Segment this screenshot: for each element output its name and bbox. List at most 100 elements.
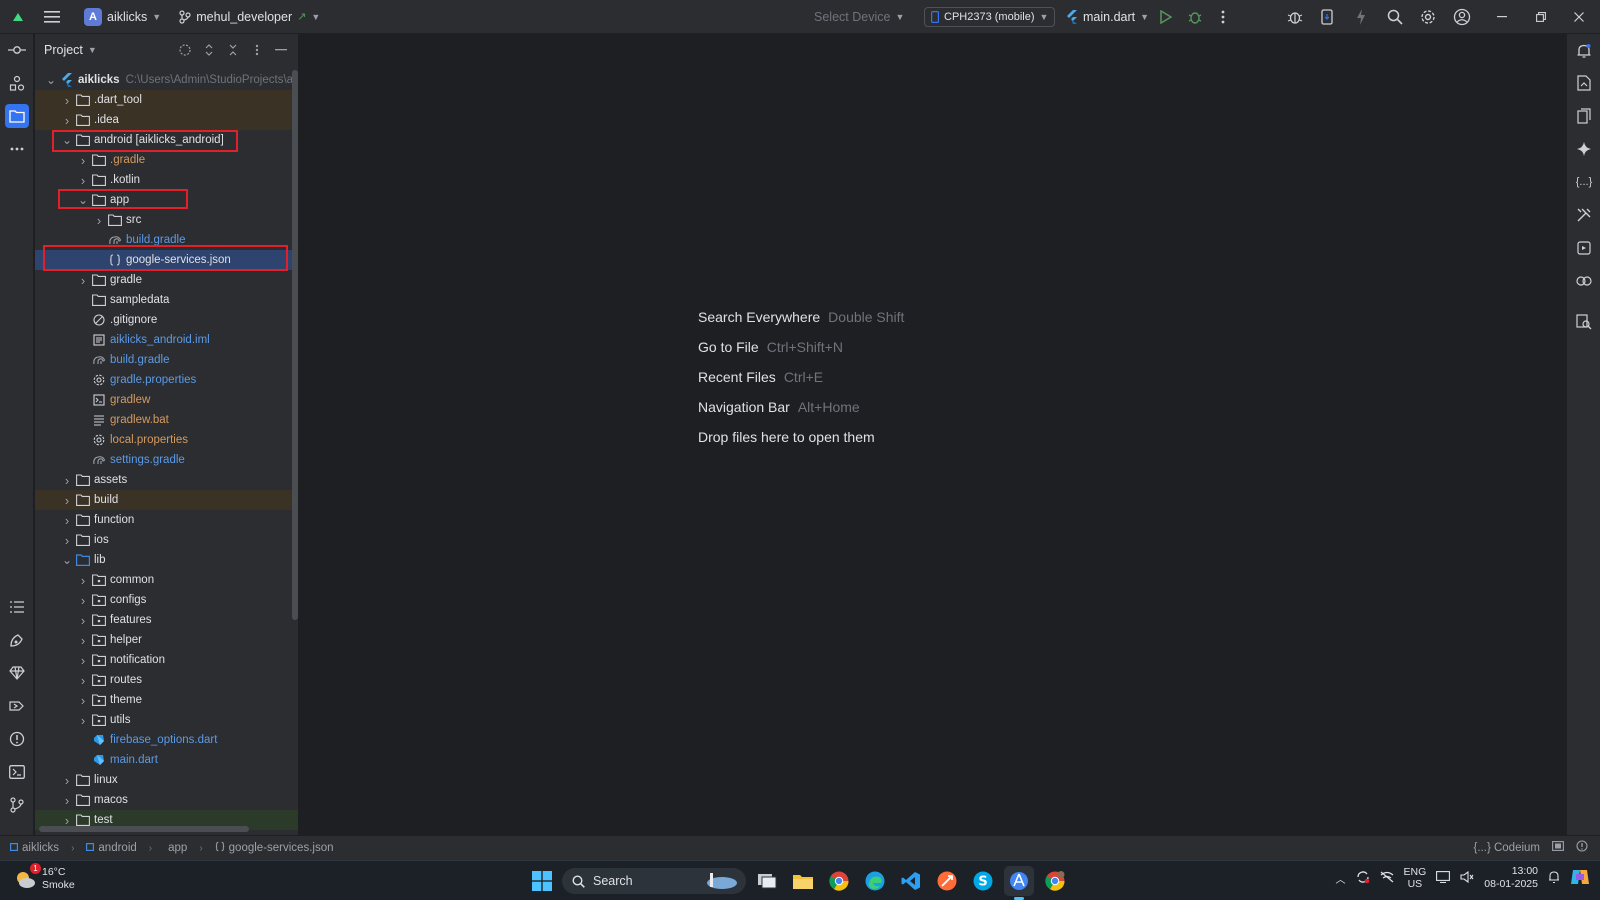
account-icon[interactable]: [1448, 3, 1476, 31]
chevron-right-icon[interactable]: ›: [91, 213, 107, 228]
editor-area[interactable]: Search Everywhere Double Shift Go to File C…: [300, 34, 1565, 835]
tree-row[interactable]: › .idea: [35, 110, 298, 130]
task-view-icon[interactable]: [752, 866, 782, 896]
tree-row[interactable]: gradlew: [35, 390, 298, 410]
chevron-right-icon[interactable]: ›: [75, 573, 91, 588]
chevron-right-icon[interactable]: ›: [59, 793, 75, 808]
minimize-window-icon[interactable]: [1488, 3, 1516, 31]
tools-icon[interactable]: [1572, 203, 1596, 227]
breadcrumb-item[interactable]: aiklicks: [10, 842, 59, 854]
tree-row[interactable]: build.gradle: [35, 350, 298, 370]
language-indicator[interactable]: ENG US: [1404, 866, 1427, 890]
hot-reload-icon[interactable]: [1347, 3, 1375, 31]
tree-row[interactable]: local.properties: [35, 430, 298, 450]
project-folder-icon[interactable]: [5, 104, 29, 128]
chevron-down-icon[interactable]: ⌄: [59, 554, 75, 566]
device-file-explorer-icon[interactable]: [1572, 104, 1596, 128]
weather-widget[interactable]: 1 16°C Smoke: [14, 863, 75, 892]
tree-row[interactable]: main.dart: [35, 750, 298, 770]
breadcrumb-item[interactable]: google-services.json: [215, 841, 334, 855]
windows-start-icon[interactable]: [527, 866, 557, 896]
chrome-profile-icon[interactable]: [1040, 866, 1070, 896]
resource-manager-icon[interactable]: [5, 628, 29, 652]
tree-row[interactable]: aiklicks_android.iml: [35, 330, 298, 350]
chevron-right-icon[interactable]: ›: [59, 493, 75, 508]
tree-row[interactable]: gradlew.bat: [35, 410, 298, 430]
tree-vertical-scrollbar[interactable]: [292, 70, 298, 620]
chevron-right-icon[interactable]: ›: [75, 693, 91, 708]
options-icon[interactable]: [248, 41, 266, 59]
tree-row[interactable]: › .gradle: [35, 150, 298, 170]
notification-bell-icon[interactable]: [1548, 870, 1560, 887]
tree-row[interactable]: › notification: [35, 650, 298, 670]
tree-row[interactable]: › .kotlin: [35, 170, 298, 190]
run-icon[interactable]: [1152, 3, 1180, 31]
tree-row[interactable]: › theme: [35, 690, 298, 710]
problems-icon[interactable]: [5, 727, 29, 751]
codeium-braces-icon[interactable]: {...}: [1572, 170, 1596, 194]
breadcrumb-item[interactable]: app: [164, 842, 187, 854]
skype-icon[interactable]: S: [968, 866, 998, 896]
settings-gear-icon[interactable]: [1414, 3, 1442, 31]
chevron-right-icon[interactable]: ›: [75, 273, 91, 288]
todo-list-icon[interactable]: [5, 595, 29, 619]
select-opened-file-icon[interactable]: [176, 41, 194, 59]
tree-row[interactable]: › routes: [35, 670, 298, 690]
link-icon[interactable]: [1572, 269, 1596, 293]
device-manager-icon[interactable]: [1313, 3, 1341, 31]
version-control-icon[interactable]: [5, 793, 29, 817]
running-device-dropdown[interactable]: CPH2373 (mobile) ▼: [924, 7, 1056, 27]
tree-row[interactable]: › build: [35, 490, 298, 510]
chevron-right-icon[interactable]: ›: [75, 633, 91, 648]
tree-row[interactable]: › macos: [35, 790, 298, 810]
breadcrumb-item[interactable]: android: [86, 842, 137, 854]
layout-inspector-icon[interactable]: [1572, 310, 1596, 334]
chevron-right-icon[interactable]: ›: [59, 773, 75, 788]
running-devices-icon[interactable]: [1572, 236, 1596, 260]
commit-icon[interactable]: [5, 38, 29, 62]
postman-icon[interactable]: [932, 866, 962, 896]
debug-icon[interactable]: [1181, 3, 1209, 31]
chevron-right-icon[interactable]: ›: [75, 673, 91, 688]
tree-row[interactable]: › common: [35, 570, 298, 590]
chevron-right-icon[interactable]: ›: [59, 473, 75, 488]
tree-row[interactable]: sampledata: [35, 290, 298, 310]
tree-row[interactable]: › linux: [35, 770, 298, 790]
chevron-right-icon[interactable]: ›: [75, 153, 91, 168]
restore-window-icon[interactable]: [1527, 3, 1555, 31]
ai-sparkle-icon[interactable]: [1572, 137, 1596, 161]
terminal-icon[interactable]: [5, 760, 29, 784]
readonly-toggle-icon[interactable]: [1552, 841, 1564, 854]
tree-row[interactable]: build.gradle: [35, 230, 298, 250]
tree-row[interactable]: google-services.json: [35, 250, 298, 270]
project-switcher[interactable]: A aiklicks ▼: [78, 4, 167, 30]
search-icon[interactable]: [1381, 3, 1409, 31]
run-configuration-dropdown[interactable]: main.dart ▼: [1060, 4, 1155, 30]
notifications-bell-icon[interactable]: [1572, 39, 1596, 63]
tree-row[interactable]: › src: [35, 210, 298, 230]
tree-row[interactable]: › utils: [35, 710, 298, 730]
more-actions-icon[interactable]: [1209, 3, 1237, 31]
edge-icon[interactable]: [860, 866, 890, 896]
taskbar-search-box[interactable]: Search: [562, 868, 746, 894]
chevron-right-icon[interactable]: ›: [59, 513, 75, 528]
tree-row[interactable]: .gitignore: [35, 310, 298, 330]
chevron-down-icon[interactable]: ⌄: [59, 134, 75, 146]
tree-row[interactable]: settings.gradle: [35, 450, 298, 470]
hide-panel-icon[interactable]: [272, 41, 290, 59]
collapse-all-icon[interactable]: [224, 41, 242, 59]
vscode-icon[interactable]: [896, 866, 926, 896]
chevron-right-icon[interactable]: ›: [59, 533, 75, 548]
chevron-down-icon[interactable]: ⌄: [43, 74, 59, 86]
chevron-right-icon[interactable]: ›: [59, 93, 75, 108]
status-problems-icon[interactable]: [1576, 840, 1588, 855]
network-off-icon[interactable]: [1380, 871, 1394, 886]
chevron-right-icon[interactable]: ›: [75, 593, 91, 608]
chevron-right-icon[interactable]: ›: [75, 173, 91, 188]
tree-row[interactable]: › helper: [35, 630, 298, 650]
chevron-right-icon[interactable]: ›: [75, 653, 91, 668]
tree-row[interactable]: ⌄ aiklicks C:\Users\Admin\StudioProjects\a…: [35, 70, 298, 90]
tree-row[interactable]: › ios: [35, 530, 298, 550]
tree-row[interactable]: ⌄ android [aiklicks_android]: [35, 130, 298, 150]
show-hidden-icons-icon[interactable]: ︿: [1336, 871, 1346, 886]
